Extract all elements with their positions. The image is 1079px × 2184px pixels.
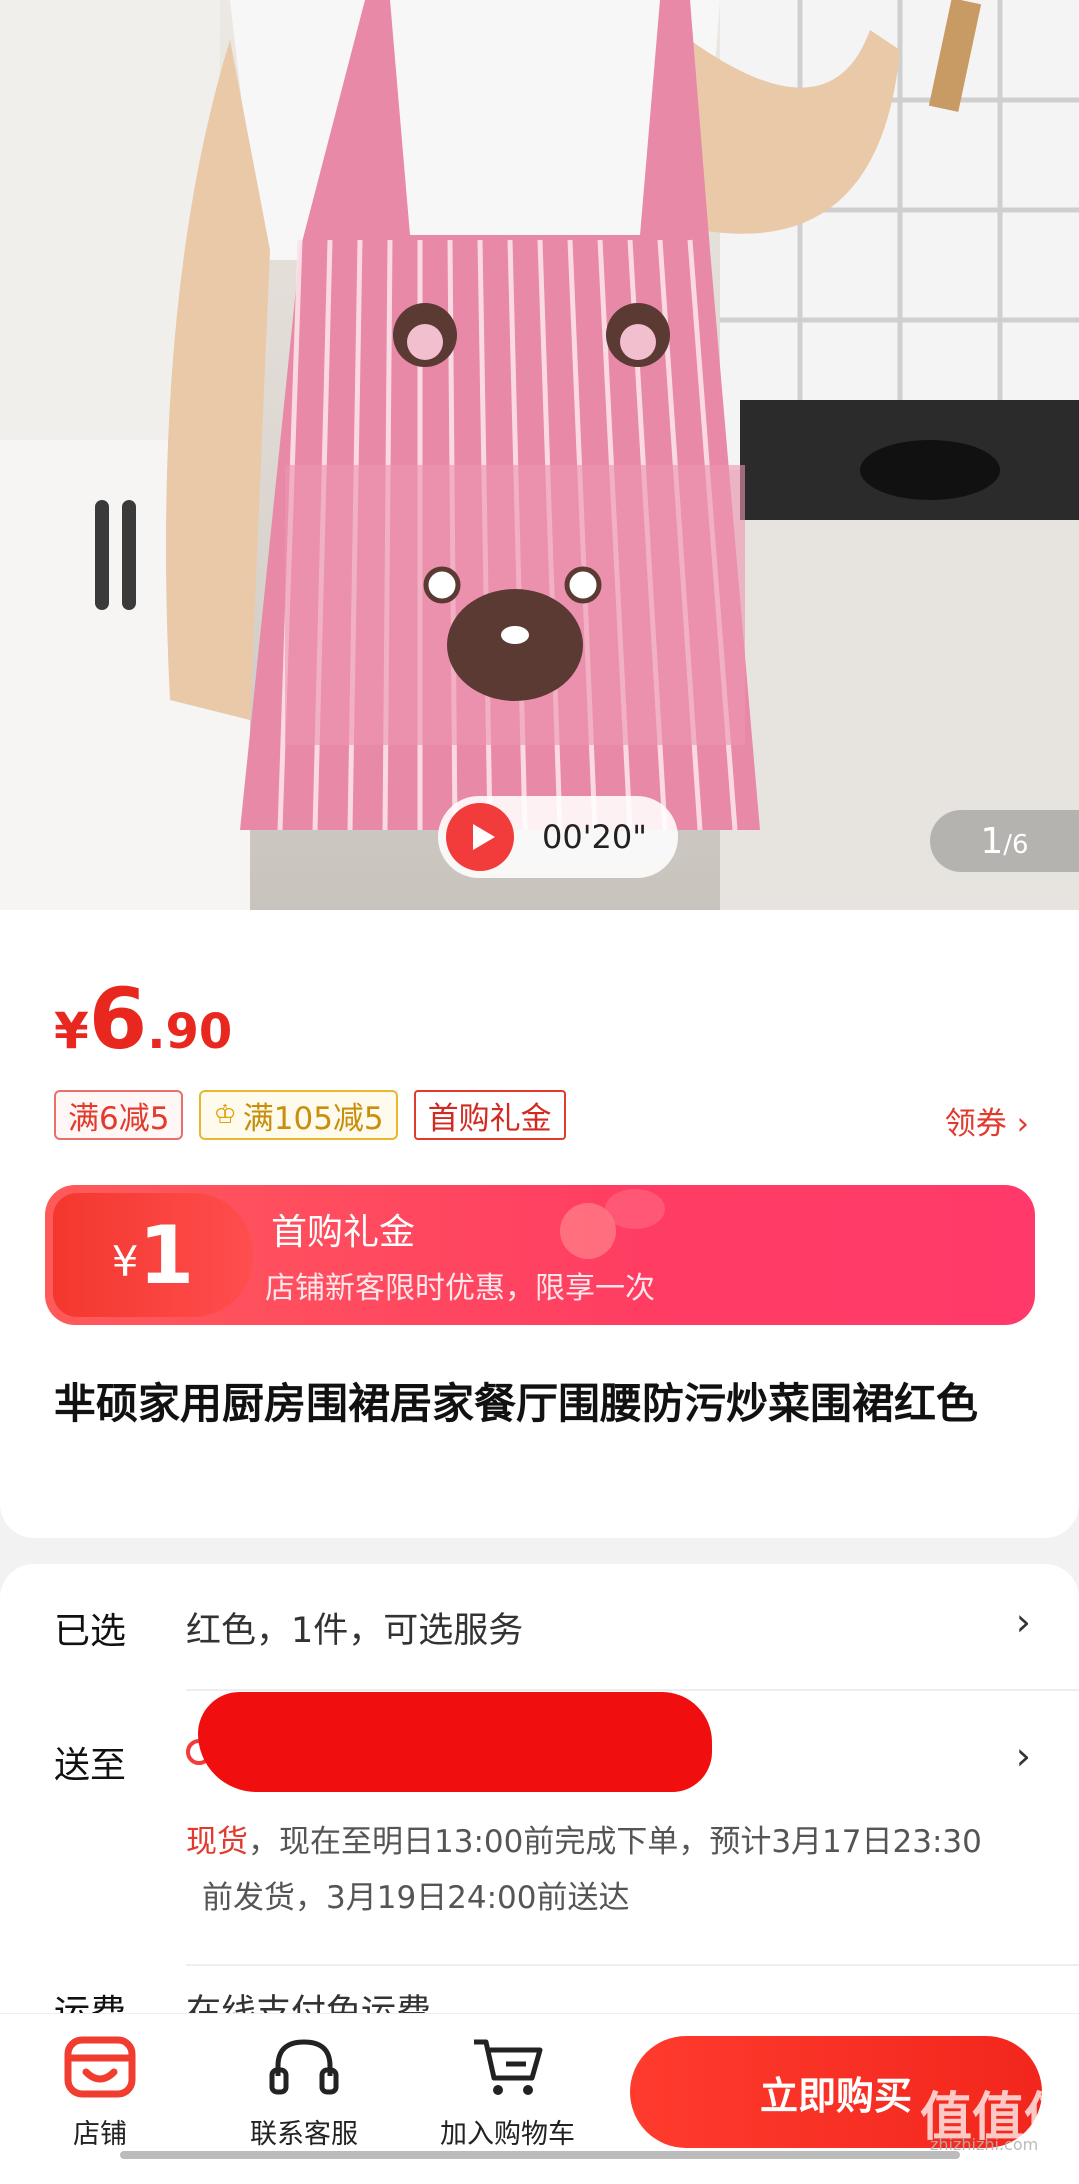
product-photo (0, 0, 1079, 910)
promo-tag-label: 首购礼金 (427, 1100, 552, 1137)
chevron-right-icon: › (1015, 1734, 1031, 1778)
price-integer: 6 (88, 970, 148, 1068)
crown-icon: ♔ (213, 1100, 237, 1130)
price-decimal: .90 (147, 1004, 233, 1060)
divider (186, 1689, 1079, 1691)
get-coupon-link[interactable]: 领券 › (945, 1098, 1029, 1143)
selected-value: 红色，1件，可选服务 (186, 1611, 524, 1651)
ship-to-label: 送至 (54, 1745, 127, 1786)
divider (186, 1964, 1079, 1966)
delivery-line2: 前发货，3月19日24:00前送达 (202, 1880, 630, 1916)
add-to-cart-button[interactable]: 加入购物车 (440, 2036, 575, 2151)
product-title: 芈硕家用厨房围裙居家餐厅围腰防污炒菜围裙红色 (54, 1379, 979, 1428)
first-purchase-banner[interactable]: ¥ 1 首购礼金 店铺新客限时优惠，限享一次 (45, 1185, 1035, 1325)
play-icon (446, 803, 514, 871)
add-to-cart-label: 加入购物车 (440, 2119, 575, 2150)
shop-icon (64, 2036, 136, 2098)
delivery-line1: ，现在至明日13:00前完成下单，预计3月17日23:30 (248, 1824, 982, 1860)
chevron-right-icon: › (1015, 1600, 1031, 1644)
price: ¥6.90 (54, 970, 232, 1068)
price-card: ¥6.90 满6减5 ♔ 满105减5 首购礼金 领券 › ¥ 1 首购礼金 店… (0, 910, 1079, 1538)
promo-tags: 满6减5 ♔ 满105减5 首购礼金 (54, 1090, 566, 1140)
price-currency: ¥ (54, 1002, 89, 1060)
page-total: /6 (1003, 830, 1029, 860)
banner-currency: ¥ (111, 1236, 139, 1286)
banner-amount: 1 (138, 1208, 195, 1302)
banner-title: 首购礼金 (271, 1212, 416, 1253)
banner-decoration (605, 1189, 665, 1229)
promo-tag-first-purchase[interactable]: 首购礼金 (413, 1090, 566, 1140)
selected-label: 已选 (54, 1611, 127, 1652)
home-indicator (120, 2151, 960, 2159)
product-image-carousel[interactable]: 00'20" 1 /6 (0, 0, 1079, 910)
promo-tag-discount[interactable]: 满6减5 (54, 1090, 184, 1140)
promo-tag-label: 满6减5 (68, 1100, 170, 1137)
redacted-address (198, 1692, 712, 1792)
video-duration: 00'20" (542, 818, 647, 856)
shop-button[interactable]: 店铺 (62, 2036, 138, 2151)
stock-status: 现货 (186, 1824, 248, 1860)
bottom-action-bar: 店铺 联系客服 加入购物车 立即购买 (0, 2013, 1079, 2164)
video-play-button[interactable]: 00'20" (438, 796, 678, 878)
page-current: 1 (980, 820, 1004, 862)
cart-icon (473, 2039, 542, 2095)
banner-subtitle: 店铺新客限时优惠，限享一次 (265, 1271, 655, 1306)
delivery-estimate: 现货，现在至明日13:00前完成下单，预计3月17日23:30 前发货，3月19… (186, 1814, 1046, 1926)
contact-service-label: 联系客服 (250, 2119, 358, 2150)
promo-tag-member-discount[interactable]: ♔ 满105减5 (199, 1090, 398, 1140)
banner-amount-badge: ¥ 1 (53, 1193, 253, 1317)
image-page-indicator: 1 /6 (930, 810, 1079, 872)
contact-service-button[interactable]: 联系客服 (250, 2036, 358, 2151)
promo-tag-label: 满105减5 (242, 1100, 384, 1137)
shop-label: 店铺 (73, 2119, 127, 2150)
headset-icon (269, 2039, 339, 2095)
